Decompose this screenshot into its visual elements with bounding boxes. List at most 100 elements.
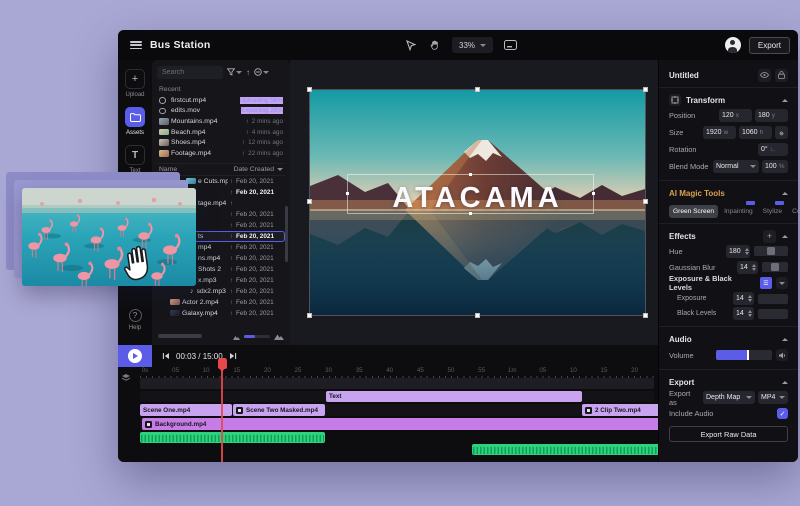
resize-handle[interactable] xyxy=(643,87,648,92)
rail-item-assets[interactable]: Assets xyxy=(118,107,152,136)
ruler-label: 0s xyxy=(142,367,149,374)
include-audio-checkbox[interactable]: ✓ xyxy=(777,408,788,419)
video-frame[interactable]: ATACAMA xyxy=(310,90,645,315)
hand-tool-icon[interactable] xyxy=(428,38,442,52)
track-layers-icon[interactable] xyxy=(122,368,130,386)
preview-canvas[interactable]: ATACAMA xyxy=(290,60,658,345)
collapse-icon[interactable] xyxy=(782,192,788,195)
resize-handle[interactable] xyxy=(475,313,480,318)
avatar[interactable] xyxy=(725,37,741,53)
collapse-icon[interactable] xyxy=(782,338,788,341)
hue-slider[interactable] xyxy=(754,246,788,256)
display-mode-icon[interactable] xyxy=(503,38,517,52)
collapse-icon[interactable] xyxy=(782,381,788,384)
black-levels-stepper[interactable]: 14 xyxy=(733,307,754,320)
list-scrollbar[interactable] xyxy=(285,206,288,262)
recent-item[interactable]: Shoes.mp4 ↑ 12 mins ago xyxy=(157,137,285,148)
filter-funnel-icon[interactable] xyxy=(227,68,242,76)
speaker-icon[interactable] xyxy=(776,349,788,361)
opacity-input[interactable]: 100% xyxy=(762,160,788,173)
link-aspect-icon[interactable] xyxy=(775,126,788,139)
resize-handle[interactable] xyxy=(643,313,648,318)
resize-handle[interactable] xyxy=(307,313,312,318)
zoom-level-value: 33% xyxy=(459,41,475,50)
uploaded-arrow-icon: ↑ xyxy=(230,189,233,196)
horizontal-scrollbar[interactable] xyxy=(158,334,202,338)
export-container-dropdown[interactable]: MP4 xyxy=(758,391,788,404)
recent-item[interactable]: edits.mov Exporting 26% xyxy=(157,106,285,117)
tab-green-screen[interactable]: Green Screen xyxy=(669,205,718,218)
search-input[interactable] xyxy=(157,66,223,79)
progress-ring-icon xyxy=(159,97,166,104)
chevron-down-icon[interactable] xyxy=(776,277,788,289)
recent-item[interactable]: Beach.mp4 ↑ 4 mins ago xyxy=(157,127,285,138)
export-status: Exporting 26% xyxy=(241,107,283,114)
empty-track[interactable] xyxy=(140,378,654,389)
file-row[interactable]: ♪ sdx2.mp3 ↑ Feb 20, 2021 xyxy=(157,286,285,297)
hue-stepper[interactable]: 180 xyxy=(726,245,750,258)
rail-item-upload[interactable]: + Upload xyxy=(118,69,152,98)
exposure-slider[interactable] xyxy=(758,294,788,304)
file-row[interactable]: Actor 2.mp4 ↑ Feb 20, 2021 xyxy=(157,297,285,308)
dragged-flamingo-thumbnail[interactable] xyxy=(22,188,196,286)
select-tool-icon[interactable] xyxy=(404,38,418,52)
chevron-down-icon xyxy=(480,44,486,47)
export-raw-data-button[interactable]: Export Raw Data xyxy=(669,426,788,442)
column-date-created[interactable]: Date Created xyxy=(234,166,283,173)
recent-item[interactable]: Mountains.mp4 ↑ 2 mins ago xyxy=(157,116,285,127)
effect-enabled-icon[interactable]: ☰ xyxy=(760,277,772,289)
uploaded-arrow-icon: ↑ xyxy=(230,299,233,306)
add-effect-icon[interactable]: + xyxy=(763,230,776,243)
tab-inpainting[interactable]: Inpainting xyxy=(720,205,757,218)
volume-slider[interactable] xyxy=(716,350,772,360)
size-w-input[interactable]: 1920w xyxy=(703,126,736,139)
recent-item[interactable]: firstcut.mp4 Uploading 56% xyxy=(157,95,285,106)
blur-stepper[interactable]: 14 xyxy=(737,261,758,274)
position-x-input[interactable]: 120x xyxy=(719,109,752,122)
resize-handle[interactable] xyxy=(643,199,648,204)
visibility-eye-icon[interactable] xyxy=(758,69,771,82)
blend-mode-dropdown[interactable]: Normal xyxy=(713,160,759,173)
thumbnail-zoom-control[interactable] xyxy=(233,327,284,345)
uploaded-arrow-icon: ↑ xyxy=(230,233,233,240)
clip-text[interactable]: Text xyxy=(326,391,582,402)
project-title: Bus Station xyxy=(150,39,211,51)
size-h-input[interactable]: 1060h xyxy=(739,126,772,139)
tab-stylize[interactable]: Stylize xyxy=(759,205,786,218)
position-y-input[interactable]: 180y xyxy=(755,109,788,122)
lock-icon[interactable] xyxy=(775,69,788,82)
export-format-dropdown[interactable]: Depth Map xyxy=(703,391,755,404)
clip-background[interactable]: Background.mp4 xyxy=(142,418,658,430)
menu-icon[interactable] xyxy=(130,41,142,49)
resize-handle[interactable] xyxy=(475,87,480,92)
skip-end-icon[interactable] xyxy=(229,352,237,360)
zoom-level-dropdown[interactable]: 33% xyxy=(452,37,493,53)
clip-two[interactable]: 2 Clip Two.mp4 xyxy=(582,404,658,416)
file-row[interactable]: Galaxy.mp4 ↑ Feb 20, 2021 xyxy=(157,308,285,319)
resize-handle[interactable] xyxy=(307,199,312,204)
rail-item-text[interactable]: T Text xyxy=(118,145,152,174)
recent-item[interactable]: Footage.mp4 ↑ 22 mins ago xyxy=(157,148,285,159)
skip-start-icon[interactable] xyxy=(162,352,170,360)
collapse-icon[interactable] xyxy=(782,235,788,238)
clip-scene-two-masked[interactable]: Scene Two Masked.mp4 xyxy=(233,404,325,416)
upload-arrow-icon[interactable]: ↑ xyxy=(246,68,250,77)
play-button[interactable] xyxy=(118,345,152,367)
exposure-stepper[interactable]: 14 xyxy=(733,292,754,305)
exclude-circle-icon[interactable] xyxy=(254,68,269,76)
rotation-input[interactable]: 0°∟ xyxy=(758,143,788,156)
black-levels-slider[interactable] xyxy=(758,309,788,319)
clip-scene-one[interactable]: Scene One.mp4 xyxy=(140,404,232,416)
rail-item-help[interactable]: ? Help xyxy=(118,309,152,331)
video-title-text[interactable]: ATACAMA xyxy=(310,182,645,215)
collapse-icon[interactable] xyxy=(782,99,788,102)
blur-slider[interactable] xyxy=(762,262,788,272)
playhead-handle[interactable] xyxy=(218,358,227,369)
audio-clip-2[interactable] xyxy=(472,444,658,455)
export-button[interactable]: Export xyxy=(749,37,790,54)
zoom-slider[interactable] xyxy=(244,335,270,338)
volume-label: Volume xyxy=(669,351,712,360)
resize-handle[interactable] xyxy=(307,87,312,92)
audio-clip-1[interactable] xyxy=(140,432,325,443)
tab-colorize[interactable]: Colorize xyxy=(788,205,798,218)
